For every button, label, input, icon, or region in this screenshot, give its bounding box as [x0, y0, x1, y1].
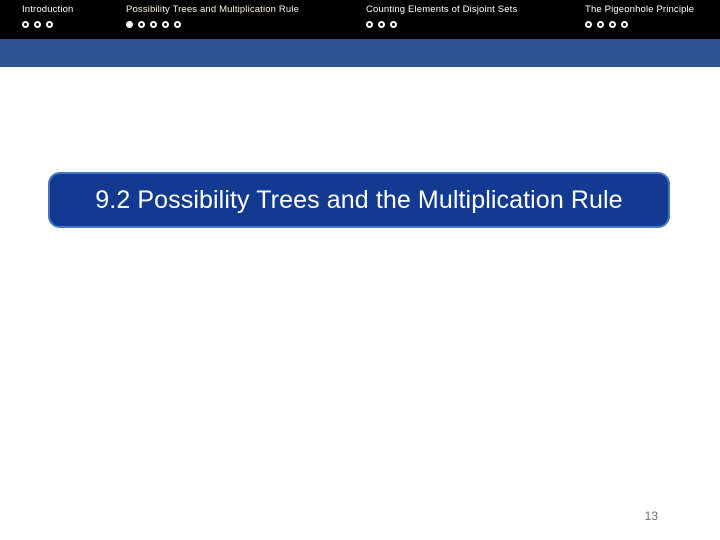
slide-title: 9.2 Possibility Trees and the Multiplica…	[95, 186, 623, 214]
progress-dot[interactable]	[22, 21, 29, 28]
progress-dot[interactable]	[366, 21, 373, 28]
nav-progress-dots-possibility-trees	[126, 21, 181, 28]
progress-dot[interactable]	[609, 21, 616, 28]
page-number: 13	[644, 509, 658, 523]
progress-dot[interactable]	[597, 21, 604, 28]
nav-label-introduction: Introduction	[22, 4, 74, 15]
progress-dot[interactable]	[174, 21, 181, 28]
slide-title-banner: 9.2 Possibility Trees and the Multiplica…	[48, 172, 670, 228]
header-accent-band	[0, 39, 720, 67]
nav-progress-dots-pigeonhole-principle	[585, 21, 628, 28]
top-navigation-bar: Introduction Possibility Trees and Multi…	[0, 0, 720, 39]
progress-dot[interactable]	[621, 21, 628, 28]
nav-progress-dots-introduction	[22, 21, 53, 28]
progress-dot[interactable]	[150, 21, 157, 28]
progress-dot[interactable]	[162, 21, 169, 28]
progress-dot[interactable]	[34, 21, 41, 28]
progress-dot-active[interactable]	[126, 21, 133, 28]
progress-dot[interactable]	[390, 21, 397, 28]
nav-progress-dots-counting-elements	[366, 21, 397, 28]
progress-dot[interactable]	[378, 21, 385, 28]
progress-dot[interactable]	[138, 21, 145, 28]
nav-label-possibility-trees: Possibility Trees and Multiplication Rul…	[126, 4, 300, 15]
progress-dot[interactable]	[46, 21, 53, 28]
nav-label-pigeonhole-principle: The Pigeonhole Principle	[585, 4, 695, 15]
progress-dot[interactable]	[585, 21, 592, 28]
nav-label-counting-elements: Counting Elements of Disjoint Sets	[366, 4, 518, 15]
